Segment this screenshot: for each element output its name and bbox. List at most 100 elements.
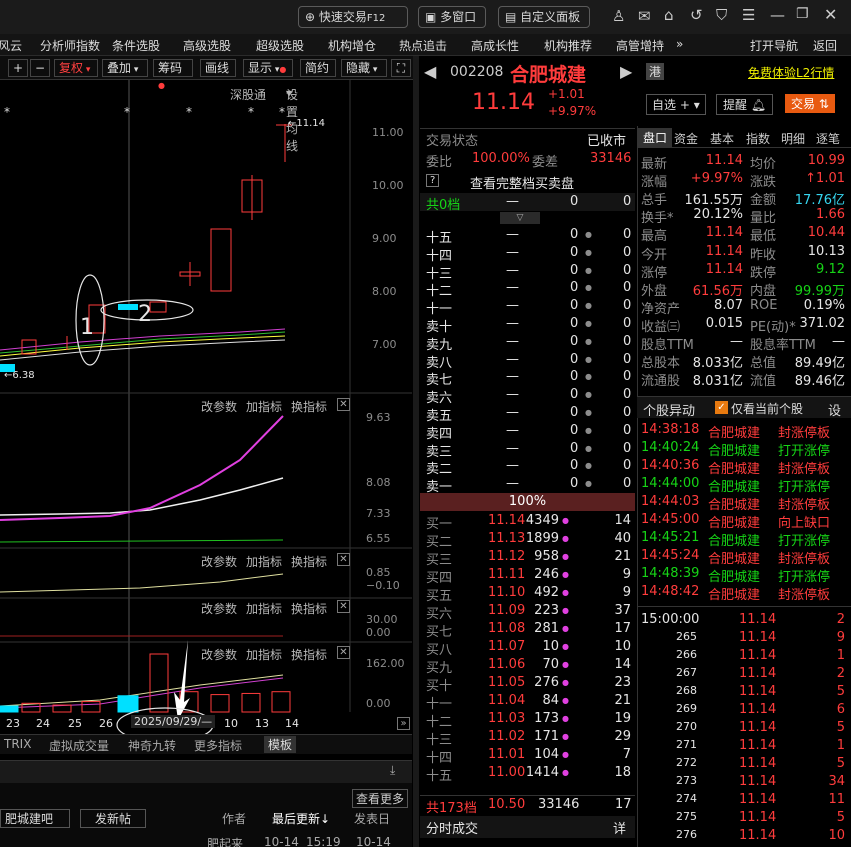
sell-row: 卖五 —0 ● 0: [420, 404, 635, 424]
buy-count: 14: [614, 513, 631, 528]
tab-pankou[interactable]: 盘口: [638, 128, 672, 148]
alert-event: 打开涨停: [778, 534, 831, 549]
full-book-row[interactable]: ? 查看完整档买卖盘: [420, 172, 635, 192]
quote-value: 161.55万: [684, 193, 744, 209]
only-current-checkbox[interactable]: ✓: [715, 401, 728, 414]
alert-stock[interactable]: 合肥城建: [708, 548, 760, 567]
tick-volume: 11: [828, 792, 845, 807]
ticks-divider: [637, 606, 851, 607]
quote-label: 跌停: [750, 265, 777, 281]
buy-count: 9: [622, 585, 631, 600]
buy-dot: ●: [562, 552, 569, 561]
quote-value: 17.76亿: [794, 193, 845, 209]
buy-volume: 173: [534, 711, 559, 726]
alert-stock[interactable]: 合肥城建: [708, 566, 760, 585]
trade-state-value: 已收市: [587, 134, 627, 149]
collapse-toggle[interactable]: ▽: [500, 212, 540, 224]
buy-row: 买四 11.11 246 ● 9: [420, 566, 635, 586]
quote-label: 量比: [750, 211, 777, 227]
sell-volume: 0: [570, 405, 579, 420]
alert-stock[interactable]: 合肥城建: [708, 530, 760, 549]
quote-label: 总股本: [641, 356, 681, 372]
sell-volume: 0: [570, 333, 579, 349]
sell-price: —: [506, 476, 519, 492]
only-current-label: 仅看当前个股: [731, 402, 804, 416]
sell-volume: 0: [570, 316, 579, 331]
sell-count: 0: [623, 280, 632, 296]
tick-price: 11.14: [739, 720, 777, 735]
buy-count: 14: [614, 657, 631, 672]
alert-time: 14:48:42: [641, 584, 700, 599]
alert-event: 封涨停板: [778, 462, 831, 477]
sell-total-label: 共0档: [426, 198, 461, 213]
sell-dot: ●: [585, 230, 592, 239]
buy-row: 十二 11.03 173 ● 19: [420, 710, 635, 730]
sell-count: 0: [623, 405, 632, 420]
sell-row: 卖四 —0 ● 0: [420, 422, 635, 442]
sell-count: 0: [623, 476, 632, 492]
sell-price: —: [506, 244, 519, 260]
alert-stock[interactable]: 合肥城建: [708, 476, 760, 495]
buy-row: 买九 11.06 70 ● 14: [420, 656, 635, 676]
sell-dot: ●: [585, 461, 592, 471]
tick-volume: 5: [836, 720, 845, 735]
sell-row: 十三 —0 ● 0: [420, 262, 635, 282]
quote-label: ROE: [750, 297, 778, 313]
sell-dot: ●: [585, 283, 592, 293]
tick-volume: 6: [836, 702, 845, 717]
sell-row: 卖一 —0 ● 0: [420, 475, 635, 495]
quote-value: 0.015: [705, 315, 743, 331]
time-sales-detail-button[interactable]: 详: [613, 818, 626, 837]
quote-value: 10.44: [807, 225, 845, 241]
alert-stock[interactable]: 合肥城建: [708, 494, 760, 513]
tick-time: 270: [676, 720, 697, 733]
sell-dot: ●: [585, 390, 592, 400]
alert-event: 向上缺口: [778, 516, 831, 531]
tab-detail[interactable]: 明细: [781, 130, 805, 147]
sell-price: —: [506, 440, 519, 456]
buy-volume: 246: [534, 567, 559, 582]
quote-label: 最新: [641, 157, 668, 172]
buy-dot: ●: [562, 606, 569, 615]
sell-volume: 0: [570, 440, 579, 456]
sell-price: —: [506, 458, 519, 474]
tab-basic[interactable]: 基本: [710, 130, 734, 147]
alert-stock[interactable]: 合肥城建: [708, 440, 760, 459]
buy-price: 11.13: [488, 531, 526, 546]
alert-stock[interactable]: 合肥城建: [708, 584, 760, 603]
buy-row: 十一 11.04 84 ● 21: [420, 692, 635, 712]
buy-price: 11.11: [488, 567, 526, 582]
tick-price: 11.14: [739, 828, 777, 843]
alert-stock[interactable]: 合肥城建: [708, 422, 760, 441]
buy-total-count: 17: [615, 797, 632, 812]
sell-row: 十五 —0 ● 0: [420, 226, 635, 246]
alerts-settings-button[interactable]: 设: [828, 400, 841, 419]
tab-index[interactable]: 指数: [746, 130, 770, 147]
sell-count: 0: [623, 422, 632, 438]
full-book-label[interactable]: 查看完整档买卖盘: [470, 173, 574, 192]
quote-value: 99.99万: [794, 283, 845, 299]
quote-value: —: [832, 334, 845, 349]
buy-price: 11.10: [488, 585, 526, 600]
alert-stock[interactable]: 合肥城建: [708, 458, 760, 477]
alert-time: 14:45:00: [641, 512, 700, 527]
sell-price: —: [506, 351, 519, 367]
quote-tabs: 盘口 资金 基本 指数 明细 逐笔: [638, 128, 851, 148]
quote-label: 总手: [641, 193, 668, 209]
buy-count: 19: [614, 711, 631, 726]
sell-dot: ●: [585, 479, 592, 489]
quote-value: —: [730, 334, 743, 349]
tab-funds[interactable]: 资金: [674, 130, 698, 147]
buy-dot: ●: [562, 570, 569, 579]
quote-value: 20.12%: [693, 207, 743, 223]
order-diff-value: 33146: [590, 151, 632, 166]
buy-dot: ●: [562, 696, 569, 705]
tab-tick[interactable]: 逐笔: [816, 130, 840, 147]
sell-volume: 0: [570, 244, 579, 260]
alert-stock[interactable]: 合肥城建: [708, 512, 760, 531]
alert-event: 封涨停板: [778, 588, 831, 603]
buy-row: 买八 11.07 10 ● 10: [420, 638, 635, 658]
sell-volume: 0: [570, 369, 579, 385]
quote-label: 均价: [750, 157, 777, 172]
tick-volume: 34: [828, 774, 845, 789]
